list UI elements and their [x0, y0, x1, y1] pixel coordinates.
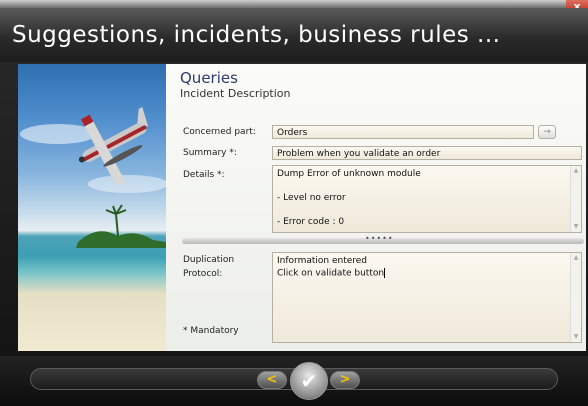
- window-title: Suggestions, incidents, business rules .…: [12, 22, 501, 48]
- details-textarea[interactable]: Dump Error of unknown module - Level no …: [272, 165, 582, 233]
- summary-label: Summary *:: [183, 148, 237, 158]
- duplication-line-with-caret: Click on validate button: [277, 268, 386, 279]
- details-line: - Level no error: [277, 193, 346, 203]
- previous-button[interactable]: <: [257, 371, 287, 389]
- next-button[interactable]: >: [330, 371, 360, 389]
- seaplane-image: [20, 107, 166, 248]
- duplication-protocol-textarea[interactable]: Information entered Click on validate bu…: [272, 252, 582, 343]
- grip-icon: •••••: [365, 234, 394, 243]
- details-line: Dump Error of unknown module: [277, 169, 421, 179]
- title-bar: Suggestions, incidents, business rules .…: [0, 8, 588, 62]
- scroll-up-icon[interactable]: ▲: [571, 253, 581, 263]
- arrow-right-icon: →: [543, 127, 551, 137]
- scroll-up-icon[interactable]: ▲: [571, 166, 581, 176]
- details-label: Details *:: [183, 170, 225, 180]
- duplication-line: Click on validate button: [277, 268, 385, 279]
- section-title: Queries: [180, 69, 238, 87]
- seaplane-illustration: [18, 64, 166, 351]
- concerned-part-lookup-button[interactable]: →: [538, 125, 556, 139]
- navigation-bar: < ✔ >: [0, 356, 588, 406]
- checkmark-icon: ✔: [300, 369, 318, 393]
- app-window: x Suggestions, incidents, business rules…: [0, 0, 588, 406]
- concerned-part-field[interactable]: Orders: [272, 125, 534, 139]
- duplication-label-line1: Duplication: [183, 255, 235, 265]
- chevron-right-icon: >: [339, 372, 351, 387]
- scroll-down-icon[interactable]: ▼: [571, 332, 581, 342]
- concerned-part-label: Concerned part:: [183, 127, 256, 137]
- text-caret: [384, 268, 386, 278]
- section-subtitle: Incident Description: [180, 87, 291, 100]
- validate-button[interactable]: ✔: [290, 362, 328, 400]
- mandatory-note: * Mandatory: [183, 326, 239, 336]
- scroll-down-icon[interactable]: ▼: [571, 222, 581, 232]
- summary-field[interactable]: Problem when you validate an order: [272, 146, 582, 160]
- window-top-edge: [0, 0, 588, 8]
- pane-splitter[interactable]: •••••: [182, 234, 584, 244]
- duplication-line: Information entered: [277, 256, 368, 266]
- chevron-left-icon: <: [266, 372, 278, 387]
- details-scrollbar[interactable]: ▲ ▼: [570, 166, 581, 232]
- incident-form-panel: Queries Incident Description Concerned p…: [166, 64, 586, 351]
- duplication-label-line2: Protocol:: [183, 269, 223, 279]
- details-line: - Error code : 0: [277, 217, 345, 227]
- duplication-scrollbar[interactable]: ▲ ▼: [570, 253, 581, 342]
